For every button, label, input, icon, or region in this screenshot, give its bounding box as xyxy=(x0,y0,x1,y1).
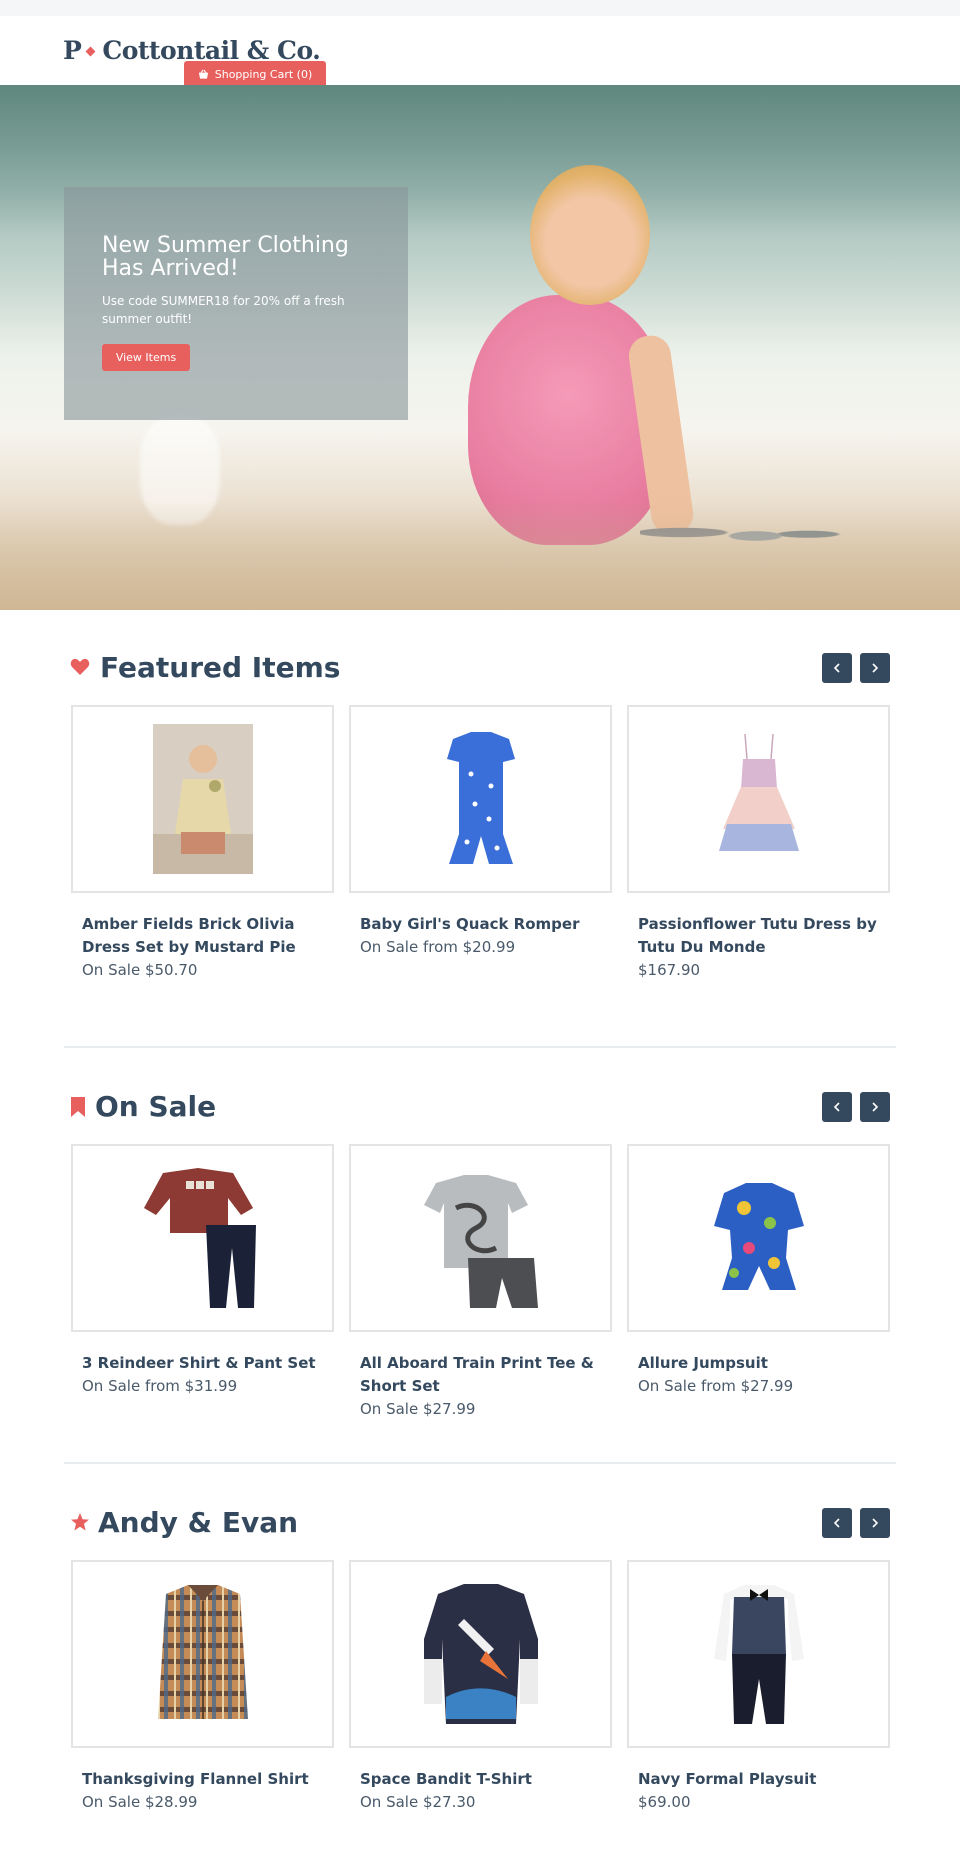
carousel-prev-button[interactable] xyxy=(822,1508,852,1538)
basket-icon xyxy=(198,69,208,79)
space-bandit-tshirt-photo xyxy=(423,1584,538,1724)
shopping-cart-button[interactable]: Shopping Cart (0) xyxy=(184,61,326,88)
section-title: Featured Items xyxy=(100,651,341,684)
product-image[interactable] xyxy=(349,705,612,893)
product-image[interactable] xyxy=(71,705,334,893)
product-price: On Sale $28.99 xyxy=(82,1793,198,1811)
chevron-left-icon xyxy=(833,663,840,673)
product-card[interactable]: Allure Jumpsuit On Sale from $27.99 xyxy=(627,1144,890,1398)
section-header: On Sale xyxy=(64,1087,896,1127)
hero-girl-head xyxy=(530,165,650,305)
product-carousel: Amber Fields Brick Olivia Dress Set by M… xyxy=(71,705,891,979)
top-strip xyxy=(0,0,960,16)
chevron-right-icon xyxy=(872,663,879,673)
product-name[interactable]: Allure Jumpsuit xyxy=(627,1352,890,1375)
section-on-sale: On Sale 3 Reindeer Shirt & Pant Set On S… xyxy=(64,1087,896,1418)
product-name[interactable]: Passionflower Tutu Dress by Tutu Du Mond… xyxy=(627,913,890,959)
hero-subtitle: Use code SUMMER18 for 20% off a fresh su… xyxy=(102,294,345,326)
product-card[interactable]: Space Bandit T-Shirt On Sale $27.30 xyxy=(349,1560,612,1814)
chevron-left-icon xyxy=(833,1102,840,1112)
product-card[interactable]: Thanksgiving Flannel Shirt On Sale $28.9… xyxy=(71,1560,334,1814)
heart-icon xyxy=(70,658,90,675)
product-name[interactable]: Thanksgiving Flannel Shirt xyxy=(71,1768,334,1791)
product-image[interactable] xyxy=(627,1560,890,1748)
hero-sand xyxy=(0,500,960,610)
girl-dress-set-photo xyxy=(152,724,253,874)
product-carousel: 3 Reindeer Shirt & Pant Set On Sale from… xyxy=(71,1144,891,1418)
cart-label: Shopping Cart (0) xyxy=(214,68,313,81)
product-image[interactable] xyxy=(627,705,890,893)
product-name[interactable]: Amber Fields Brick Olivia Dress Set by M… xyxy=(71,913,334,959)
allure-jumpsuit-photo xyxy=(713,1183,804,1290)
section-title: On Sale xyxy=(95,1090,217,1123)
product-name[interactable]: Space Bandit T-Shirt xyxy=(349,1768,612,1791)
product-card[interactable]: Amber Fields Brick Olivia Dress Set by M… xyxy=(71,705,334,982)
product-card[interactable]: All Aboard Train Print Tee & Short Set O… xyxy=(349,1144,612,1421)
flannel-shirt-photo xyxy=(157,1585,248,1719)
star-icon xyxy=(71,1513,89,1531)
product-card[interactable]: Passionflower Tutu Dress by Tutu Du Mond… xyxy=(627,705,890,982)
bookmark-icon xyxy=(71,1097,85,1117)
carousel-next-button[interactable] xyxy=(860,1092,890,1122)
product-price: On Sale $27.99 xyxy=(360,1400,476,1418)
section-title: Andy & Evan xyxy=(98,1506,299,1539)
product-card[interactable]: Baby Girl's Quack Romper On Sale from $2… xyxy=(349,705,612,959)
brand-initial: P xyxy=(63,36,82,65)
product-carousel: Thanksgiving Flannel Shirt On Sale $28.9… xyxy=(71,1560,891,1820)
hero-title: New Summer Clothing Has Arrived! xyxy=(102,233,349,281)
product-price: On Sale from $27.99 xyxy=(638,1377,794,1395)
tutu-dress-photo xyxy=(718,733,799,851)
product-card[interactable]: Navy Formal Playsuit $69.00 xyxy=(627,1560,890,1814)
section-divider xyxy=(64,1462,896,1464)
product-name[interactable]: Navy Formal Playsuit xyxy=(627,1768,890,1791)
section-header: Andy & Evan xyxy=(64,1503,896,1543)
carousel-prev-button[interactable] xyxy=(822,1092,852,1122)
section-header: Featured Items xyxy=(64,648,896,688)
diamond-icon xyxy=(85,46,96,56)
carousel-prev-button[interactable] xyxy=(822,653,852,683)
product-price: $69.00 xyxy=(638,1793,691,1811)
carousel-next-button[interactable] xyxy=(860,1508,890,1538)
product-name[interactable]: Baby Girl's Quack Romper xyxy=(349,913,612,936)
product-price: $167.90 xyxy=(638,961,701,979)
product-image[interactable] xyxy=(71,1560,334,1748)
section-andy-evan: Andy & Evan Thanksgiving Flannel Shirt O… xyxy=(64,1503,896,1811)
product-price: On Sale $50.70 xyxy=(82,961,198,979)
hero-banner: New Summer Clothing Has Arrived! Use cod… xyxy=(0,85,960,610)
section-divider xyxy=(64,1046,896,1048)
section-featured-items: Featured Items Amber Fields Brick Olivia… xyxy=(64,648,896,979)
chevron-right-icon xyxy=(872,1102,879,1112)
hero-promo-box: New Summer Clothing Has Arrived! Use cod… xyxy=(64,187,408,420)
chevron-left-icon xyxy=(833,1518,840,1528)
product-image[interactable] xyxy=(71,1144,334,1332)
view-items-button[interactable]: View Items xyxy=(102,344,190,371)
product-price: On Sale from $20.99 xyxy=(360,938,516,956)
product-image[interactable] xyxy=(349,1560,612,1748)
product-price: On Sale from $31.99 xyxy=(82,1377,238,1395)
train-tee-short-set-photo xyxy=(423,1175,538,1308)
carousel-next-button[interactable] xyxy=(860,653,890,683)
product-name[interactable]: All Aboard Train Print Tee & Short Set xyxy=(349,1352,612,1398)
chevron-right-icon xyxy=(872,1518,879,1528)
product-card[interactable]: 3 Reindeer Shirt & Pant Set On Sale from… xyxy=(71,1144,334,1398)
blue-romper-photo xyxy=(446,732,515,864)
product-price: On Sale $27.30 xyxy=(360,1793,476,1811)
navy-formal-playsuit-photo xyxy=(713,1585,804,1724)
product-image[interactable] xyxy=(349,1144,612,1332)
product-name[interactable]: 3 Reindeer Shirt & Pant Set xyxy=(71,1352,334,1375)
reindeer-shirt-pant-photo xyxy=(143,1168,256,1308)
product-image[interactable] xyxy=(627,1144,890,1332)
